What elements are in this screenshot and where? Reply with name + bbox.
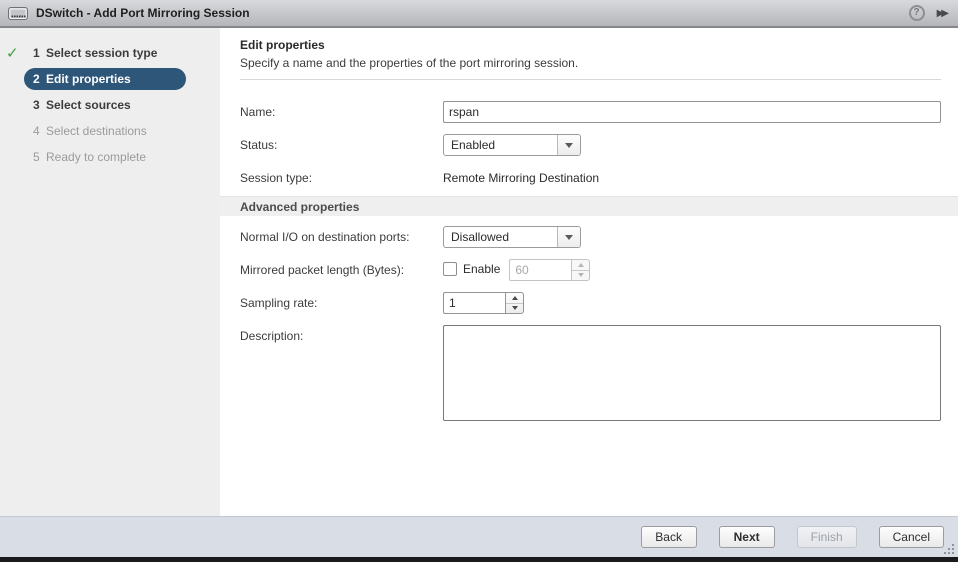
window-bottom-edge bbox=[0, 557, 958, 562]
normal-io-dropdown[interactable]: Disallowed bbox=[443, 226, 581, 248]
spinner-buttons bbox=[505, 292, 524, 314]
packet-length-row: Mirrored packet length (Bytes): Enable bbox=[240, 259, 941, 281]
description-label: Description: bbox=[240, 329, 304, 343]
packet-length-spinner bbox=[509, 259, 591, 281]
sampling-rate-input[interactable] bbox=[443, 292, 505, 314]
spinner-up-icon[interactable] bbox=[506, 293, 523, 304]
name-label: Name: bbox=[240, 105, 276, 119]
session-type-row: Session type: Remote Mirroring Destinati… bbox=[240, 167, 941, 185]
title-bar: DSwitch - Add Port Mirroring Session ? ▶… bbox=[0, 0, 958, 28]
name-input[interactable] bbox=[443, 101, 941, 123]
status-dropdown[interactable]: Enabled bbox=[443, 134, 581, 156]
step-label: Edit properties bbox=[46, 72, 131, 86]
spinner-down-icon bbox=[572, 271, 589, 281]
wizard-steps-sidebar: ✓ 1 Select session type 2 Edit propertie… bbox=[0, 28, 220, 516]
sampling-rate-label: Sampling rate: bbox=[240, 296, 318, 310]
step-label: Select session type bbox=[46, 46, 158, 60]
status-row: Status: Enabled bbox=[240, 134, 941, 156]
edit-properties-panel: Edit properties Specify a name and the p… bbox=[220, 28, 958, 516]
status-label: Status: bbox=[240, 138, 278, 152]
step-label: Select sources bbox=[46, 98, 131, 112]
description-textarea[interactable] bbox=[443, 325, 941, 421]
step-edit-properties[interactable]: 2 Edit properties bbox=[24, 68, 186, 90]
session-type-value: Remote Mirroring Destination bbox=[443, 171, 600, 185]
step-select-session-type[interactable]: ✓ 1 Select session type bbox=[6, 42, 186, 64]
status-dropdown-value: Enabled bbox=[451, 138, 496, 152]
packet-length-label: Mirrored packet length (Bytes): bbox=[240, 263, 405, 277]
chevron-down-icon[interactable] bbox=[557, 227, 580, 247]
page-title: Edit properties bbox=[240, 38, 325, 52]
sampling-rate-spinner bbox=[443, 292, 524, 314]
step-select-destinations: 4 Select destinations bbox=[33, 124, 147, 138]
dialog-footer: Back Next Finish Cancel bbox=[0, 516, 958, 557]
step-select-sources[interactable]: 3 Select sources bbox=[24, 94, 186, 116]
completed-check-icon: ✓ bbox=[6, 45, 19, 62]
enable-checkbox[interactable] bbox=[443, 262, 457, 276]
normal-io-label: Normal I/O on destination ports: bbox=[240, 230, 410, 244]
chevron-down-icon[interactable] bbox=[557, 135, 580, 155]
page-subtitle: Specify a name and the properties of the… bbox=[240, 56, 579, 70]
enable-checkbox-label: Enable bbox=[463, 262, 501, 276]
help-icon[interactable]: ? bbox=[908, 5, 925, 21]
session-type-label: Session type: bbox=[240, 171, 313, 185]
normal-io-dropdown-value: Disallowed bbox=[451, 230, 510, 244]
dialog-title: DSwitch - Add Port Mirroring Session bbox=[36, 6, 250, 20]
spinner-up-icon bbox=[572, 260, 590, 271]
normal-io-row: Normal I/O on destination ports: Disallo… bbox=[240, 226, 941, 248]
header-divider bbox=[240, 79, 941, 80]
spinner-buttons bbox=[571, 259, 591, 281]
advanced-properties-header: Advanced properties bbox=[220, 196, 958, 216]
description-row: Description: bbox=[240, 325, 941, 421]
cancel-button[interactable]: Cancel bbox=[878, 526, 944, 548]
name-row: Name: bbox=[240, 101, 941, 123]
next-button[interactable]: Next bbox=[718, 526, 775, 548]
back-button[interactable]: Back bbox=[640, 526, 697, 548]
spinner-down-icon[interactable] bbox=[506, 304, 523, 314]
resize-grip[interactable] bbox=[944, 544, 955, 555]
minimize-to-tasks-icon[interactable]: ▶▶ bbox=[937, 8, 950, 19]
dswitch-icon bbox=[8, 6, 28, 20]
step-label: Ready to complete bbox=[46, 150, 147, 164]
step-label: Select destinations bbox=[46, 124, 147, 138]
finish-button: Finish bbox=[796, 526, 857, 548]
step-ready-to-complete: 5 Ready to complete bbox=[33, 150, 147, 164]
packet-length-input bbox=[509, 259, 572, 281]
sampling-rate-row: Sampling rate: bbox=[240, 292, 941, 314]
dialog-window: DSwitch - Add Port Mirroring Session ? ▶… bbox=[0, 0, 958, 562]
